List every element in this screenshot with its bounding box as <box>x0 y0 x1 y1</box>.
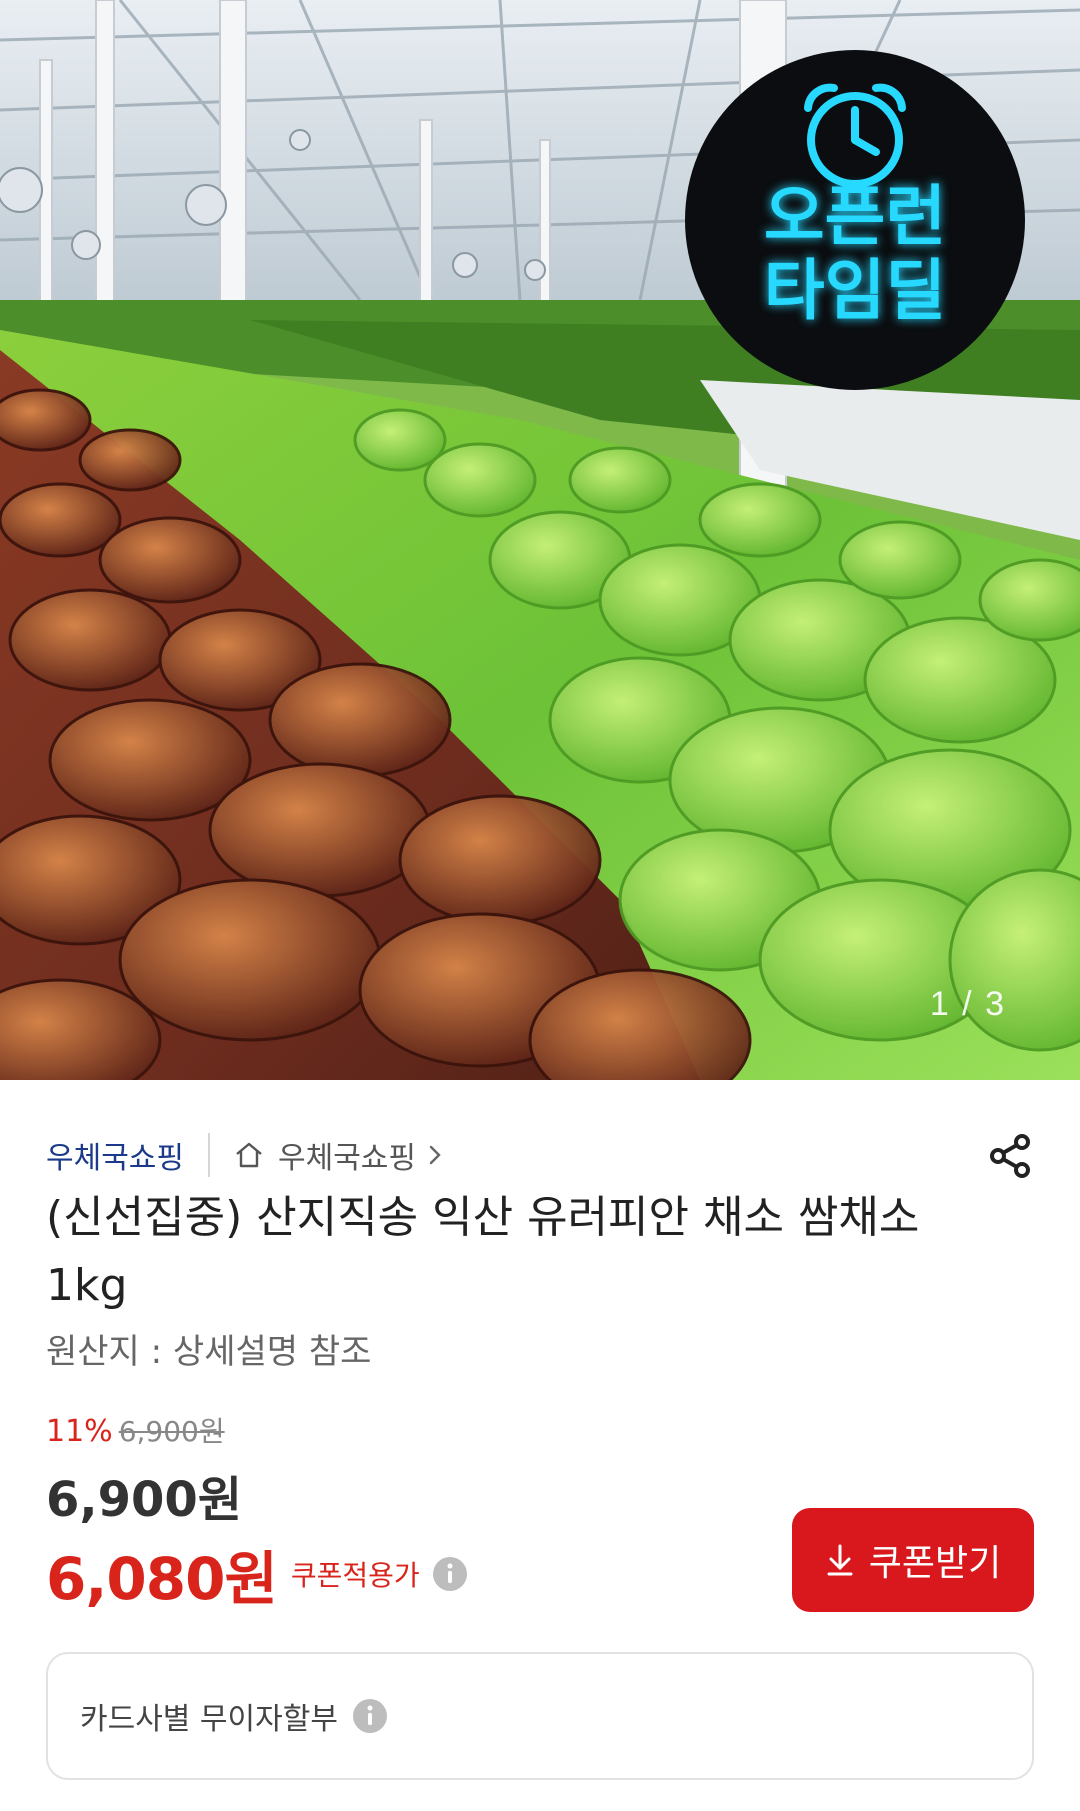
chevron-right-icon <box>429 1145 441 1165</box>
product-info: 우체국쇼핑 우체국쇼핑 (신선집중) 산지직송 익산 유러피안 채소 쌈채소 1… <box>0 1080 1080 1811</box>
product-image[interactable]: 오픈런 타임딜 1 / 3 <box>0 0 1080 1080</box>
download-icon <box>827 1544 853 1576</box>
info-icon[interactable] <box>352 1698 388 1734</box>
badge-line-2: 타임딜 <box>763 252 947 329</box>
store-link[interactable]: 우체국쇼핑 <box>278 1133 416 1177</box>
coupon-price-label: 쿠폰적용가 <box>290 1559 420 1592</box>
origin-text: 원산지 : 상세설명 참조 <box>46 1332 372 1372</box>
image-counter: 1 / 3 <box>929 985 1006 1023</box>
coupon-price-row: 6,080원 쿠폰적용가 <box>46 1532 468 1616</box>
timedeal-badge: 오픈런 타임딜 <box>685 180 1025 328</box>
badge-line-1: 오픈런 <box>763 178 947 255</box>
card-installment-label: 카드사별 무이자할부 <box>80 1702 338 1737</box>
info-icon[interactable] <box>432 1556 468 1592</box>
coupon-price: 6,080원 <box>46 1545 278 1613</box>
get-coupon-button[interactable]: 쿠폰받기 <box>792 1508 1034 1612</box>
sale-price: 6,900원 <box>46 1472 242 1528</box>
share-icon <box>990 1134 1030 1178</box>
breadcrumb: 우체국쇼핑 우체국쇼핑 <box>46 1132 442 1178</box>
seller-name[interactable]: 우체국쇼핑 <box>46 1133 184 1177</box>
card-installment-box[interactable]: 카드사별 무이자할부 <box>46 1652 1034 1780</box>
greenhouse-photo <box>0 0 1080 1080</box>
original-price: 6,900원 <box>118 1415 225 1448</box>
discount-rate: 11% <box>46 1414 113 1449</box>
product-title: (신선집중) 산지직송 익산 유러피안 채소 쌈채소 1kg <box>46 1192 920 1311</box>
home-icon[interactable] <box>234 1140 264 1170</box>
get-coupon-label: 쿠폰받기 <box>868 1543 1002 1584</box>
discount-row: 11% 6,900원 <box>46 1410 225 1450</box>
share-button[interactable] <box>982 1128 1038 1184</box>
breadcrumb-divider <box>208 1133 210 1177</box>
